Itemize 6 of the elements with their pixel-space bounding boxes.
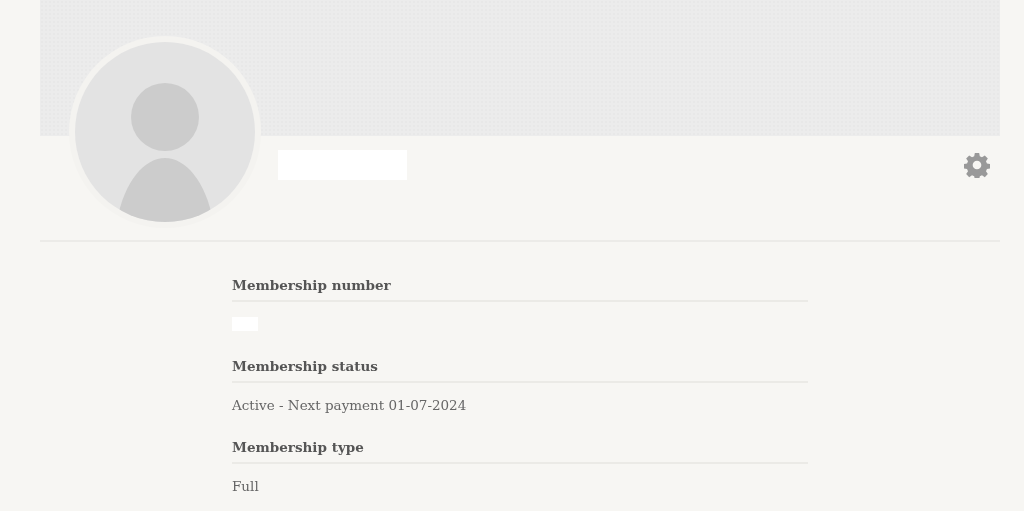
field-label: Membership type: [232, 438, 808, 464]
field-label: Membership status: [232, 357, 808, 383]
settings-icon[interactable]: [964, 152, 990, 178]
field-label: Membership number: [232, 276, 808, 302]
field-value: Full: [232, 477, 260, 495]
field-value: Active - Next payment 01-07-2024: [232, 396, 468, 414]
